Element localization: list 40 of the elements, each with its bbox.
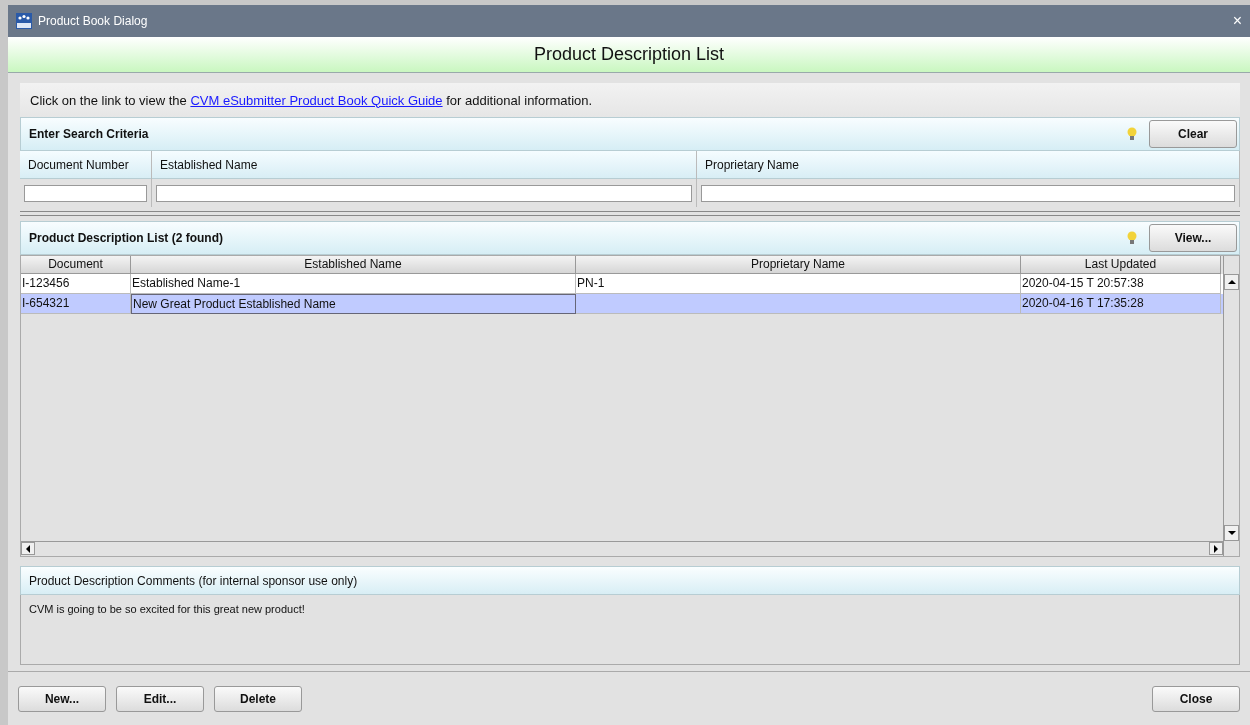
vertical-scrollbar[interactable]	[1223, 256, 1239, 556]
scroll-down-icon[interactable]	[1224, 525, 1239, 541]
scroll-right-icon[interactable]	[1209, 542, 1223, 555]
horizontal-scrollbar[interactable]	[21, 541, 1223, 556]
comments-area[interactable]: CVM is going to be so excited for this great new product!	[20, 595, 1240, 665]
close-icon[interactable]: ×	[1232, 12, 1242, 30]
column-header[interactable]: Document	[21, 256, 131, 274]
column-header[interactable]: Last Updated	[1021, 256, 1221, 274]
section-title: Enter Search Criteria	[29, 127, 149, 141]
view-button[interactable]: View...	[1149, 224, 1237, 252]
input-field[interactable]	[156, 184, 692, 202]
dialog-heading: Product Description List	[533, 44, 725, 65]
guide-link[interactable]: CVM eSubmitter Product Book Quick Guide	[190, 92, 443, 108]
action-button[interactable]: New...	[18, 685, 106, 712]
close-button[interactable]: Close	[1152, 685, 1240, 712]
field-label: Established Name	[152, 151, 696, 179]
lightbulb-icon	[1127, 127, 1137, 141]
field-label: Document Number	[20, 151, 151, 179]
field-label: Proprietary Name	[697, 151, 1239, 179]
column-header[interactable]: Proprietary Name	[576, 256, 1021, 274]
clear-button[interactable]: Clear	[1149, 120, 1237, 148]
scroll-up-icon[interactable]	[1224, 274, 1239, 290]
action-button[interactable]: Edit...	[116, 685, 204, 712]
table-row[interactable]: I-123456 Established Name-1 PN-1 2020-04-15 T 20:57:38	[21, 274, 1223, 294]
input-field[interactable]	[24, 184, 147, 202]
comments-label: Product Description Comments (for internal sponsor use only)	[29, 573, 358, 588]
comments-text: CVM is going to be so excited for this great new product!	[29, 603, 305, 615]
table-cell: I-654321	[21, 294, 131, 314]
section-title: Product Description List (2 found)	[29, 231, 223, 245]
table-cell: New Great Product Established Name	[131, 294, 576, 314]
column-header[interactable]: Established Name	[131, 256, 576, 274]
action-button[interactable]: Delete	[214, 685, 302, 712]
input-field[interactable]	[701, 184, 1235, 202]
window-title: Product Book Dialog	[38, 14, 148, 28]
lightbulb-icon	[1127, 231, 1137, 245]
info-text: Click on the link to view the CVM eSubmitter Product Book Quick Guide for additional information.	[30, 92, 593, 108]
table-cell: 2020-04-16 T 17:35:28	[1021, 294, 1221, 314]
table-row[interactable]: I-654321 New Great Product Established Name 2020-04-16 T 17:35:28	[21, 294, 1223, 314]
scroll-left-icon[interactable]	[21, 542, 35, 555]
table-cell: Established Name-1	[131, 274, 576, 294]
